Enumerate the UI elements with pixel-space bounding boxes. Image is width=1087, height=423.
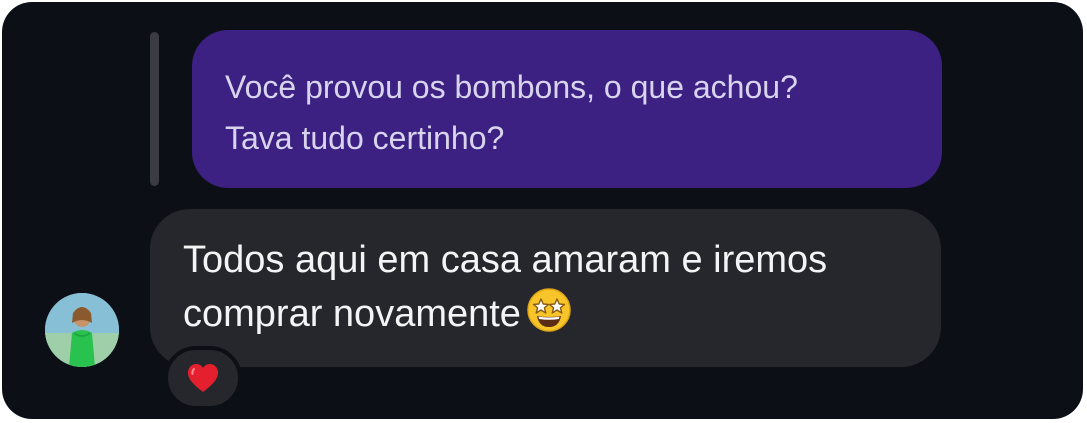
reaction-badge[interactable] xyxy=(164,346,242,410)
incoming-message-body: Todos aqui em casa amaram e iremos compr… xyxy=(183,239,828,335)
incoming-message-text: Todos aqui em casa amaram e iremos compr… xyxy=(183,235,911,340)
quoted-message-text: Você provou os bombons, o que achou? Tav… xyxy=(225,69,798,156)
avatar-photo xyxy=(45,293,119,367)
red-heart-icon xyxy=(188,364,218,392)
reply-quote-bar xyxy=(150,32,159,186)
chat-thread: Você provou os bombons, o que achou? Tav… xyxy=(2,2,1083,419)
contact-avatar[interactable] xyxy=(45,293,119,367)
quoted-reply-bubble[interactable]: Você provou os bombons, o que achou? Tav… xyxy=(192,30,942,188)
incoming-message-bubble[interactable]: Todos aqui em casa amaram e iremos compr… xyxy=(150,209,941,367)
star-struck-emoji-icon xyxy=(527,288,571,332)
